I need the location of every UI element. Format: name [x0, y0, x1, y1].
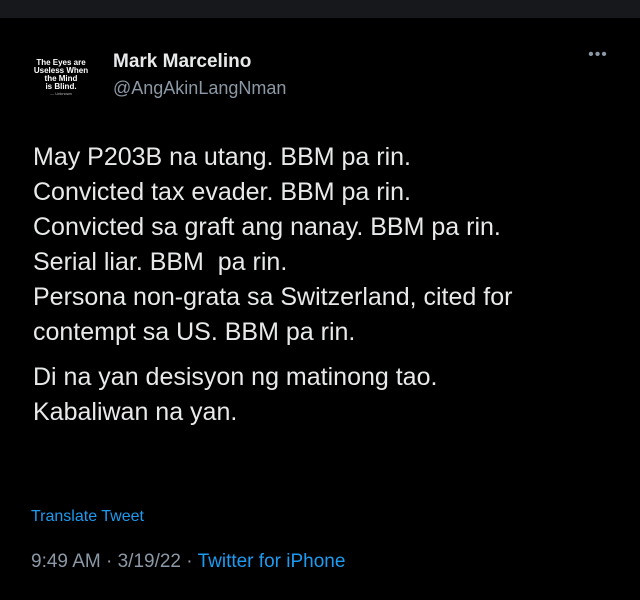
tweet-line: Persona non-grata sa Switzerland, cited …: [33, 283, 513, 311]
meta-separator: ·: [100, 551, 118, 572]
tweet-time[interactable]: 9:49 AM: [31, 551, 101, 572]
author-display-name[interactable]: Mark Marcelino: [113, 51, 251, 73]
top-strip: [0, 0, 640, 18]
tweet-line: Kabaliwan na yan.: [33, 398, 238, 426]
author-handle[interactable]: @AngAkinLangNman: [113, 78, 286, 99]
tweet-line: Serial liar. BBM pa rin.: [33, 248, 288, 276]
avatar[interactable]: The Eyes are Useless When the Mind is Bl…: [32, 48, 90, 106]
tweet-line: contempt sa US. BBM pa rin.: [33, 318, 356, 346]
tweet-date[interactable]: 3/19/22: [118, 551, 181, 572]
translate-tweet-link[interactable]: Translate Tweet: [31, 508, 144, 526]
tweet-line: Convicted tax evader. BBM pa rin.: [33, 178, 411, 206]
tweet-line: May P203B na utang. BBM pa rin.: [33, 143, 411, 171]
avatar-signature: — Unknown: [50, 90, 72, 96]
avatar-text-line: is Blind.: [45, 81, 77, 91]
more-options-icon[interactable]: •••: [584, 47, 612, 68]
tweet-meta: 9:49 AM · 3/19/22 · Twitter for iPhone: [31, 551, 345, 573]
tweet-line: Convicted sa graft ang nanay. BBM pa rin…: [33, 213, 501, 241]
meta-separator: ·: [181, 551, 198, 572]
tweet-source-link[interactable]: Twitter for iPhone: [198, 551, 346, 572]
tweet-text: May P203B na utang. BBM pa rin. Convicte…: [33, 140, 633, 430]
tweet-line: Di na yan desisyon ng matinong tao.: [33, 363, 438, 391]
